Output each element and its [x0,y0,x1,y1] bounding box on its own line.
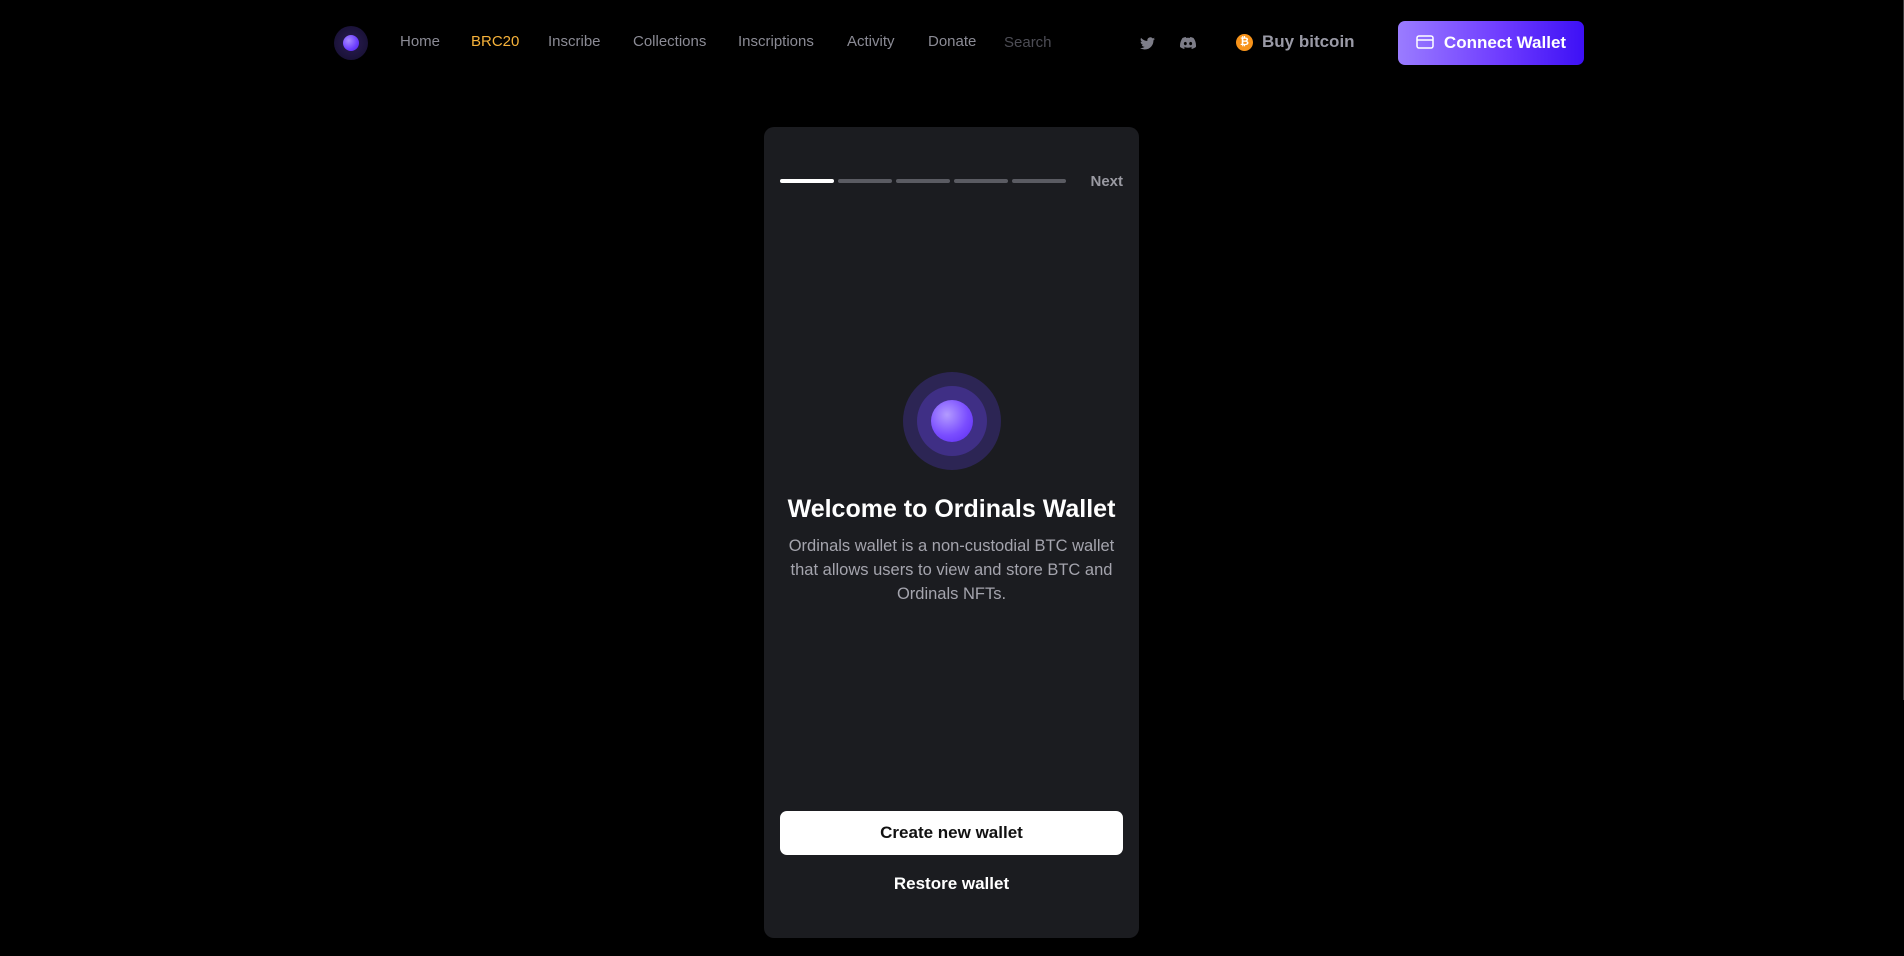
step-progress [780,179,1066,183]
next-button[interactable]: Next [1090,173,1123,190]
top-nav: Home BRC20 Inscribe Collections Inscript… [0,0,1904,86]
progress-step-3 [896,179,950,183]
create-new-wallet-button[interactable]: Create new wallet [780,811,1123,855]
nav-link-collections[interactable]: Collections [633,33,706,50]
wallet-onboarding-card: Next Welcome to Ordinals Wallet Ordinals… [764,127,1139,938]
connect-wallet-button[interactable]: Connect Wallet [1398,21,1584,65]
orb-core [931,400,973,442]
progress-step-4 [954,179,1008,183]
ordinals-logo-icon[interactable] [334,26,368,60]
nav-link-brc20[interactable]: BRC20 [471,33,519,50]
bitcoin-icon: ₿ [1236,33,1253,51]
nav-link-donate[interactable]: Donate [928,33,976,50]
progress-step-5 [1012,179,1066,183]
page: Home BRC20 Inscribe Collections Inscript… [0,0,1904,956]
buy-bitcoin-link[interactable]: ₿ Buy bitcoin [1236,32,1355,52]
nav-link-activity[interactable]: Activity [847,33,895,50]
search-input[interactable] [1004,30,1094,54]
twitter-icon[interactable] [1138,34,1156,52]
nav-link-inscriptions[interactable]: Inscriptions [738,33,814,50]
logo-orb [343,35,359,51]
nav-link-inscribe[interactable]: Inscribe [548,33,601,50]
progress-step-1 [780,179,834,183]
restore-wallet-button[interactable]: Restore wallet [780,869,1123,899]
ordinals-orb-icon [903,372,1001,470]
orb-middle-ring [917,386,987,456]
welcome-description: Ordinals wallet is a non-custodial BTC w… [788,537,1115,603]
nav-link-home[interactable]: Home [400,33,440,50]
buy-bitcoin-label: Buy bitcoin [1262,32,1355,51]
wallet-icon [1416,34,1434,52]
discord-icon[interactable] [1179,34,1197,52]
progress-step-2 [838,179,892,183]
welcome-title: Welcome to Ordinals Wallet [787,495,1116,523]
connect-wallet-label: Connect Wallet [1443,33,1567,52]
